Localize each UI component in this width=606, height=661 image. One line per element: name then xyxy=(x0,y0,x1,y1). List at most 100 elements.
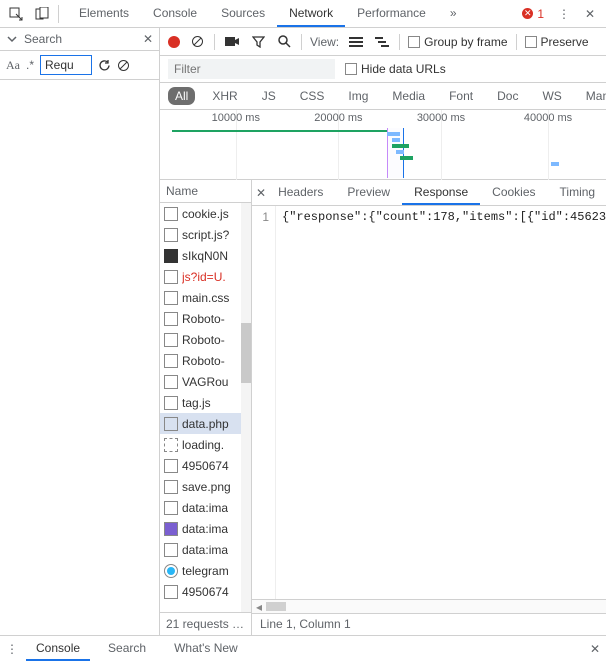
type-xhr[interactable]: XHR xyxy=(205,87,244,105)
file-icon xyxy=(164,207,178,221)
tab-elements[interactable]: Elements xyxy=(67,0,141,27)
drawer-tab-whatsnew[interactable]: What's New xyxy=(164,636,248,661)
tab-performance[interactable]: Performance xyxy=(345,0,438,27)
checkbox-icon xyxy=(408,36,420,48)
inspect-icon[interactable] xyxy=(4,2,28,26)
request-name: main.css xyxy=(182,291,229,305)
file-icon xyxy=(164,375,178,389)
tabs-overflow-icon[interactable]: » xyxy=(438,0,469,27)
search-icon[interactable] xyxy=(275,33,293,51)
type-js[interactable]: JS xyxy=(255,87,283,105)
divider xyxy=(301,34,302,50)
tab-timing[interactable]: Timing xyxy=(548,180,606,205)
request-name: telegram xyxy=(182,564,229,578)
response-body[interactable]: {"response":{"count":178,"items":[{"id":… xyxy=(276,206,606,599)
tab-headers[interactable]: Headers xyxy=(266,180,335,205)
preserve-log-checkbox[interactable]: Preserve xyxy=(525,35,589,49)
drawer-tab-search[interactable]: Search xyxy=(98,636,156,661)
file-icon xyxy=(164,354,178,368)
stop-clear-icon[interactable] xyxy=(188,33,206,51)
request-name: save.png xyxy=(182,480,231,494)
drawer-more-icon[interactable]: ⋮ xyxy=(6,642,18,656)
filter-input[interactable] xyxy=(168,59,335,79)
status-bar: Line 1, Column 1 xyxy=(252,613,606,635)
request-row[interactable]: Roboto- xyxy=(160,350,251,371)
more-icon[interactable]: ⋮ xyxy=(552,2,576,26)
horizontal-scrollbar[interactable]: ◂ xyxy=(252,599,606,613)
file-icon xyxy=(164,417,178,431)
type-css[interactable]: CSS xyxy=(293,87,332,105)
type-all[interactable]: All xyxy=(168,87,195,105)
refresh-icon[interactable] xyxy=(98,59,111,72)
file-icon xyxy=(164,228,178,242)
hide-data-urls-checkbox[interactable]: Hide data URLs xyxy=(345,62,446,76)
type-img[interactable]: Img xyxy=(341,87,375,105)
request-row[interactable]: Roboto- xyxy=(160,308,251,329)
request-name: data:ima xyxy=(182,522,228,536)
tab-network[interactable]: Network xyxy=(277,0,345,27)
record-icon[interactable] xyxy=(168,36,180,48)
request-name: sIkqN0N xyxy=(182,249,228,263)
request-row[interactable]: 4950674 xyxy=(160,455,251,476)
checkbox-icon xyxy=(525,36,537,48)
divider xyxy=(58,5,59,23)
type-font[interactable]: Font xyxy=(442,87,480,105)
request-row[interactable]: tag.js xyxy=(160,392,251,413)
request-name: data:ima xyxy=(182,501,228,515)
type-media[interactable]: Media xyxy=(385,87,432,105)
close-devtools-icon[interactable]: ✕ xyxy=(578,2,602,26)
line-gutter: 1 xyxy=(252,206,276,599)
column-header-name[interactable]: Name xyxy=(160,180,251,203)
tab-preview[interactable]: Preview xyxy=(335,180,402,205)
view-list-icon[interactable] xyxy=(347,33,365,51)
close-detail-icon[interactable]: ✕ xyxy=(256,186,266,200)
file-icon xyxy=(164,438,178,452)
tab-cookies[interactable]: Cookies xyxy=(480,180,547,205)
scrollbar[interactable] xyxy=(241,203,251,612)
clear-icon[interactable] xyxy=(117,59,130,72)
request-row[interactable]: data.php xyxy=(160,413,251,434)
request-row[interactable]: script.js? xyxy=(160,224,251,245)
request-row[interactable]: data:ima xyxy=(160,539,251,560)
tab-sources[interactable]: Sources xyxy=(209,0,277,27)
search-input[interactable] xyxy=(40,55,92,75)
request-row[interactable]: js?id=U. xyxy=(160,266,251,287)
match-case-icon[interactable]: Aa xyxy=(6,58,20,73)
tab-console[interactable]: Console xyxy=(141,0,209,27)
search-close-icon[interactable]: ✕ xyxy=(143,32,153,46)
device-toggle-icon[interactable] xyxy=(30,2,54,26)
view-waterfall-icon[interactable] xyxy=(373,33,391,51)
request-row[interactable]: save.png xyxy=(160,476,251,497)
request-row[interactable]: main.css xyxy=(160,287,251,308)
group-by-frame-checkbox[interactable]: Group by frame xyxy=(408,35,507,49)
error-badge[interactable]: ✕ 1 xyxy=(522,7,544,21)
request-row[interactable]: sIkqN0N xyxy=(160,245,251,266)
type-doc[interactable]: Doc xyxy=(490,87,525,105)
type-manifest[interactable]: Manifest xyxy=(579,87,606,105)
chevron-down-icon[interactable] xyxy=(6,33,18,45)
type-ws[interactable]: WS xyxy=(535,87,568,105)
filter-icon[interactable] xyxy=(249,33,267,51)
main-tabs: Elements Console Sources Network Perform… xyxy=(67,0,469,27)
camera-icon[interactable] xyxy=(223,33,241,51)
request-row[interactable]: telegram xyxy=(160,560,251,581)
request-row[interactable]: data:ima xyxy=(160,518,251,539)
request-row[interactable]: VAGRou xyxy=(160,371,251,392)
divider xyxy=(516,34,517,50)
request-row[interactable]: 4950674 xyxy=(160,581,251,602)
drawer-tab-console[interactable]: Console xyxy=(26,636,90,661)
request-row[interactable]: data:ima xyxy=(160,497,251,518)
drawer-close-icon[interactable]: ✕ xyxy=(590,642,600,656)
request-name: 4950674 xyxy=(182,459,229,473)
request-row[interactable]: loading. xyxy=(160,434,251,455)
file-icon xyxy=(164,291,178,305)
scroll-left-icon[interactable]: ◂ xyxy=(252,600,266,613)
regex-icon[interactable]: .* xyxy=(26,58,34,72)
tab-response[interactable]: Response xyxy=(402,180,480,205)
request-row[interactable]: Roboto- xyxy=(160,329,251,350)
view-label: View: xyxy=(310,35,339,49)
request-row[interactable]: cookie.js xyxy=(160,203,251,224)
scrollbar-thumb[interactable] xyxy=(266,602,286,611)
timeline-overview[interactable]: 10000 ms 20000 ms 30000 ms 40000 ms xyxy=(160,110,606,180)
scrollbar-thumb[interactable] xyxy=(241,323,251,383)
